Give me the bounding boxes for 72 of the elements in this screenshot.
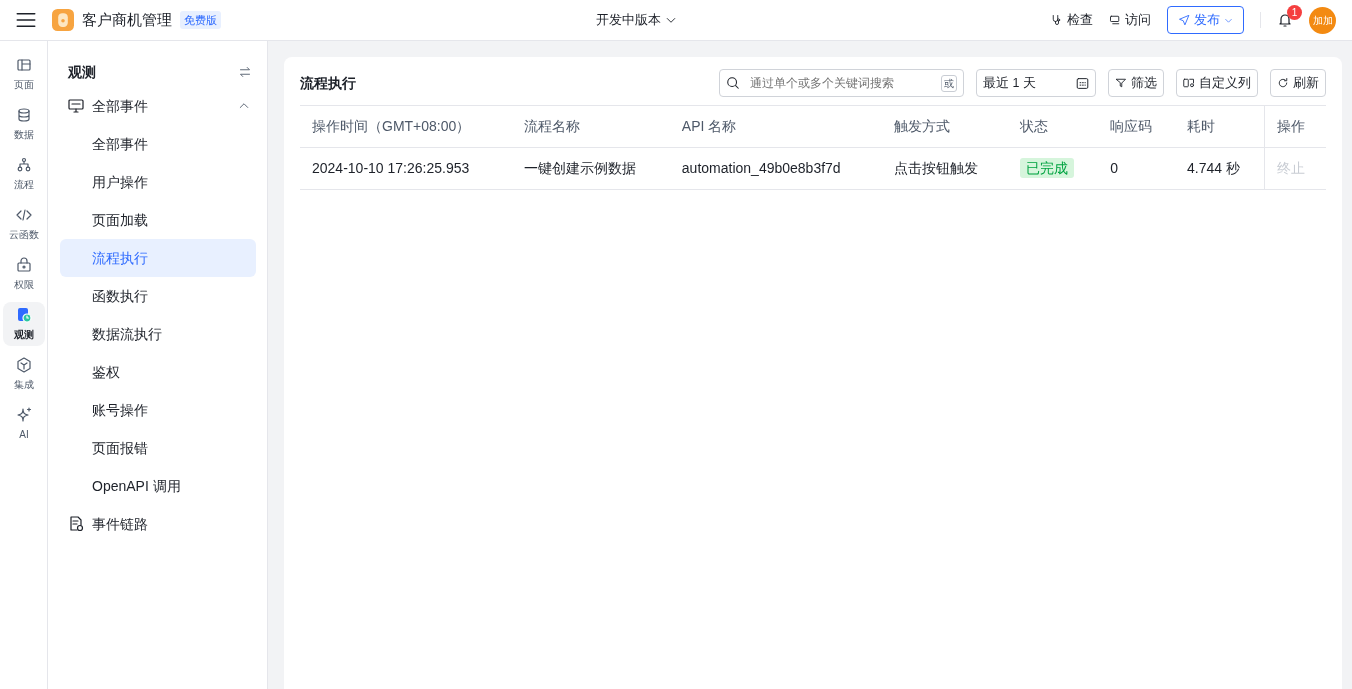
monitor-icon [68,98,84,114]
stethoscope-icon [1051,14,1063,26]
table-cell: 4.744 秒 [1174,147,1265,190]
calendar-icon [1076,76,1089,90]
refresh-icon [1277,77,1289,89]
search-mode-key: 或 [941,74,957,92]
version-dropdown[interactable]: 开发中版本 [595,10,677,30]
database-icon [16,107,32,123]
filter-icon [1115,77,1127,89]
table-cell: 2024-10-10 17:26:25.953 [300,147,512,190]
rail-nav-item[interactable]: AI [3,402,45,446]
sidebar-item[interactable]: 全部事件 [60,125,256,163]
notification-count: 1 [1287,5,1302,20]
column-header: 触发方式 [882,105,1008,148]
table-cell: 0 [1098,147,1175,190]
columns-icon [1183,77,1195,89]
swap-icon [239,66,251,78]
sidebar-item[interactable]: 页面加载 [60,201,256,239]
monitor-icon [1109,14,1121,26]
toolbar-button[interactable]: 筛选 [1108,69,1164,97]
column-header: 响应码 [1098,105,1175,148]
monitor-chart-icon [16,307,32,323]
column-header: 状态 [1007,105,1099,148]
document-icon [68,516,84,532]
sidebar-group-item[interactable]: 事件链路 [60,505,256,543]
sidebar-group-item[interactable]: 全部事件 [60,87,256,125]
column-header: 耗时 [1174,105,1265,148]
sparkle-icon [16,407,32,423]
sidebar-item[interactable]: 用户操作 [60,163,256,201]
header-action-button[interactable]: 访问 [1109,10,1151,30]
lock-icon [16,257,32,273]
toolbar-button[interactable]: 自定义列 [1176,69,1258,97]
rail-nav-item[interactable]: 云函数 [3,202,45,246]
sidebar-title: 观测 [68,62,96,82]
sidebar-item[interactable]: 账号操作 [60,391,256,429]
header-action-button[interactable]: 检查 [1051,10,1093,30]
table-cell: 点击按钮触发 [882,147,1008,190]
column-header: API 名称 [669,105,883,148]
search-icon [726,76,740,90]
panel-title: 流程执行 [300,73,357,93]
table-cell: automation_49b0e8b3f7d [669,147,883,190]
send-icon [1178,14,1190,26]
sidebar-item[interactable]: 数据流执行 [60,315,256,353]
code-icon [16,207,32,223]
app-logo-icon [52,9,74,31]
search-field[interactable]: 通过单个或多个关键词搜索 或 [719,69,964,97]
rail-nav-item[interactable]: 权限 [3,252,45,296]
app-name: 客户商机管理 [82,9,172,30]
sidebar-item[interactable]: 函数执行 [60,277,256,315]
column-header: 流程名称 [511,105,670,148]
rail-nav-item[interactable]: 数据 [3,102,45,146]
publish-button[interactable]: 发布 [1167,6,1244,34]
rail-nav-item[interactable]: 集成 [3,352,45,396]
bell-icon [1277,12,1293,28]
sidebar-item[interactable]: 页面报错 [60,429,256,467]
sidebar-item[interactable]: OpenAPI 调用 [60,467,256,505]
toolbar-button[interactable]: 刷新 [1270,69,1326,97]
plan-badge: 免费版 [180,10,221,30]
sidebar-item[interactable]: 鉴权 [60,353,256,391]
status-tag: 已完成 [1019,158,1074,178]
column-header: 操作时间（GMT+08:00） [300,105,512,148]
flow-icon [16,157,32,173]
column-header: 操作 [1264,105,1326,148]
menu-icon[interactable] [16,10,36,30]
layout-icon [16,57,32,73]
rail-nav-item[interactable]: 页面 [3,52,45,96]
table-cell: 一键创建示例数据 [511,147,670,190]
sidebar-item[interactable]: 流程执行 [60,239,256,277]
rail-nav-item[interactable]: 流程 [3,152,45,196]
cube-icon [16,357,32,373]
date-range-picker[interactable]: 最近 1 天 [976,69,1096,97]
rail-nav-item[interactable]: 观测 [3,302,45,346]
